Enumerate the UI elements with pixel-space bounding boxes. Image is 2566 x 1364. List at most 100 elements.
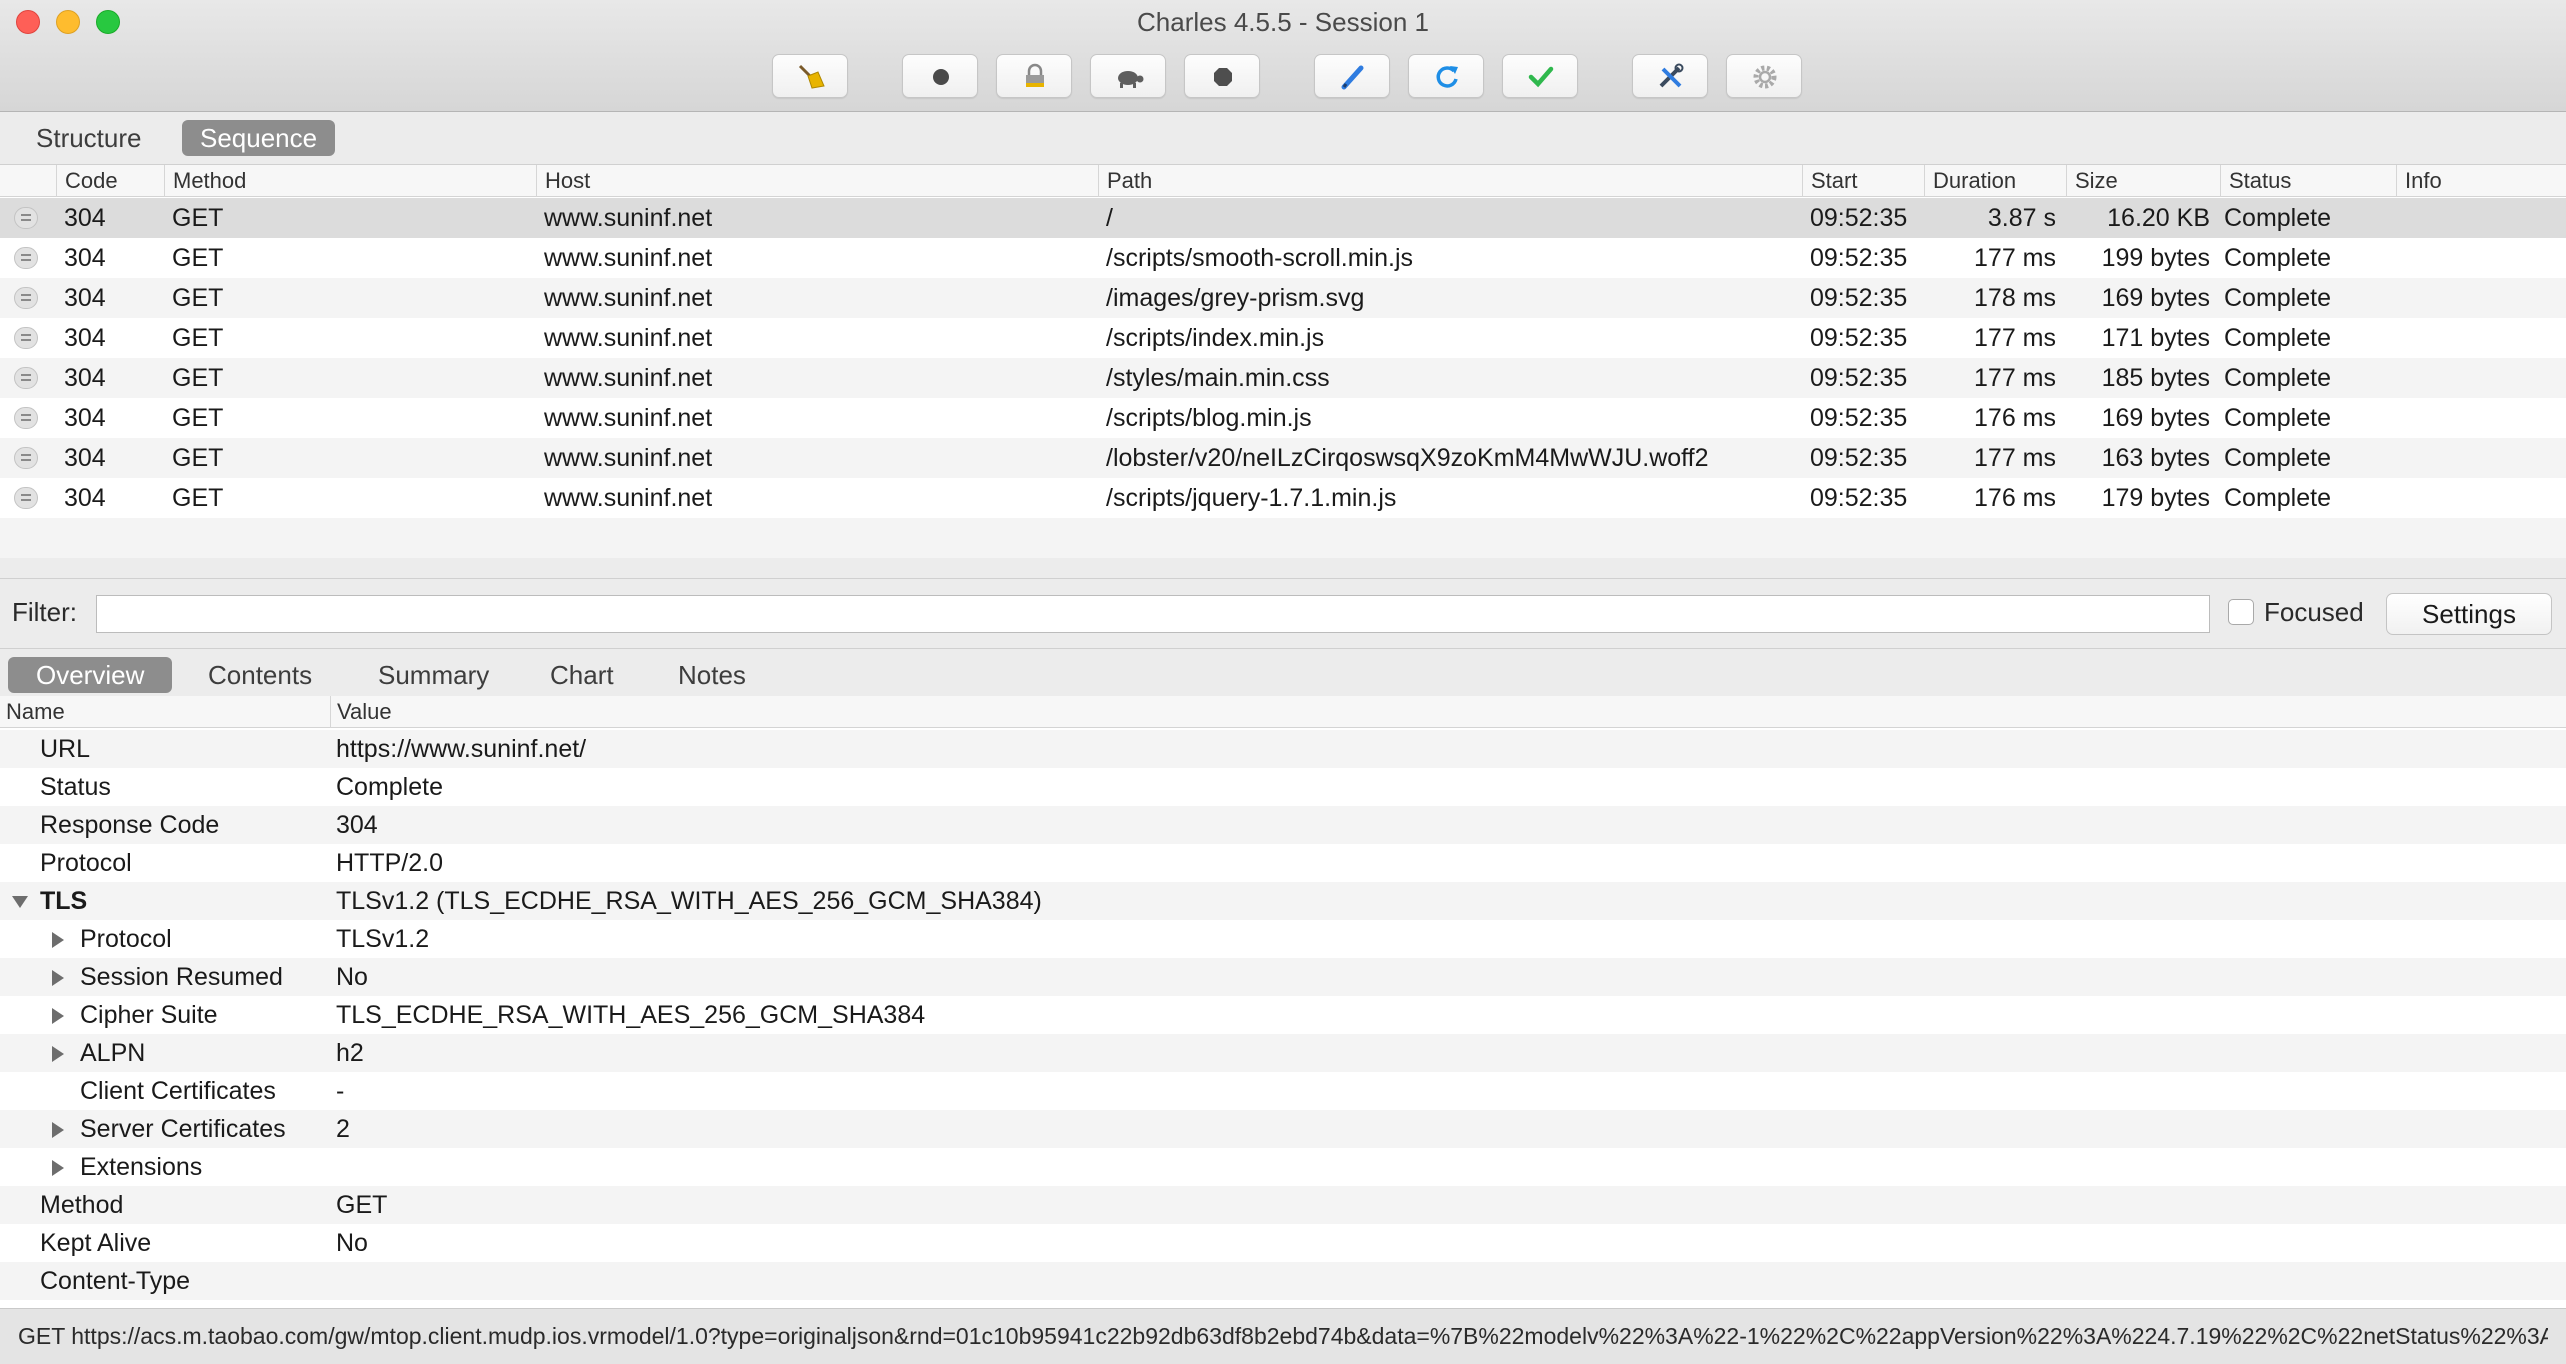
overview-row[interactable]: Extensions bbox=[0, 1148, 2566, 1186]
cell-path: /lobster/v20/neILzCirqoswsqX9zoKmM4MwWJU… bbox=[1106, 444, 1709, 472]
request-row[interactable]: 304 GET www.suninf.net /styles/main.min.… bbox=[0, 358, 2566, 398]
cell-code: 304 bbox=[64, 244, 106, 272]
column-header-value[interactable]: Value bbox=[330, 696, 2566, 728]
tab-notes[interactable]: Notes bbox=[650, 657, 774, 693]
request-row[interactable]: 304 GET www.suninf.net /scripts/smooth-s… bbox=[0, 238, 2566, 278]
disclosure-triangle-icon[interactable] bbox=[52, 1122, 64, 1138]
cell-start: 09:52:35 bbox=[1810, 444, 1908, 472]
overview-name: Client Certificates bbox=[80, 1077, 276, 1105]
filter-settings-button[interactable]: Settings bbox=[2386, 593, 2552, 635]
tab-contents[interactable]: Contents bbox=[180, 657, 340, 693]
cell-code: 304 bbox=[64, 404, 106, 432]
request-row[interactable]: 304 GET www.suninf.net /scripts/jquery-1… bbox=[0, 478, 2566, 518]
overview-row[interactable]: ALPN h2 bbox=[0, 1034, 2566, 1072]
focused-checkbox[interactable] bbox=[2228, 599, 2254, 625]
filter-input[interactable] bbox=[96, 595, 2210, 633]
cell-size: 169 bytes bbox=[2101, 284, 2210, 312]
column-header-code[interactable]: Code bbox=[56, 165, 164, 197]
repeat-button[interactable] bbox=[1408, 54, 1484, 98]
cell-code: 304 bbox=[64, 484, 106, 512]
overview-name: Status bbox=[40, 773, 111, 801]
overview-row[interactable]: Response Code 304 bbox=[0, 806, 2566, 844]
detail-tabs: Overview Contents Summary Chart Notes bbox=[0, 648, 2566, 696]
disclosure-triangle-icon[interactable] bbox=[52, 932, 64, 948]
overview-row[interactable]: Method GET bbox=[0, 1186, 2566, 1224]
column-header-path[interactable]: Path bbox=[1098, 165, 1802, 197]
compose-button[interactable] bbox=[1314, 54, 1390, 98]
request-row[interactable]: 304 GET www.suninf.net /scripts/index.mi… bbox=[0, 318, 2566, 358]
disclosure-triangle-icon[interactable] bbox=[52, 1160, 64, 1176]
column-header-size[interactable]: Size bbox=[2066, 165, 2220, 197]
overview-row[interactable]: Protocol TLSv1.2 bbox=[0, 920, 2566, 958]
record-button[interactable] bbox=[902, 54, 978, 98]
breakpoint-stop-icon bbox=[1214, 68, 1232, 86]
overview-row[interactable]: URL https://www.suninf.net/ bbox=[0, 730, 2566, 768]
throttle-button[interactable] bbox=[1090, 54, 1166, 98]
cell-host: www.suninf.net bbox=[544, 404, 713, 432]
request-row[interactable]: 304 GET www.suninf.net /scripts/blog.min… bbox=[0, 398, 2566, 438]
column-header-start[interactable]: Start bbox=[1802, 165, 1924, 197]
request-status-icon bbox=[14, 247, 38, 269]
tab-structure[interactable]: Structure bbox=[18, 120, 160, 156]
overview-value: https://www.suninf.net/ bbox=[336, 735, 587, 763]
column-header-status[interactable]: Status bbox=[2220, 165, 2396, 197]
column-header-duration[interactable]: Duration bbox=[1924, 165, 2066, 197]
request-row[interactable]: 304 GET www.suninf.net / 09:52:35 3.87 s… bbox=[0, 198, 2566, 238]
cell-size: 171 bytes bbox=[2101, 324, 2210, 352]
request-row[interactable]: 304 GET www.suninf.net /lobster/v20/neIL… bbox=[0, 438, 2566, 478]
breakpoints-button[interactable] bbox=[1184, 54, 1260, 98]
overview-row[interactable]: Session Resumed No bbox=[0, 958, 2566, 996]
tab-chart[interactable]: Chart bbox=[522, 657, 642, 693]
clear-session-button[interactable] bbox=[772, 54, 848, 98]
overview-row[interactable]: Protocol HTTP/2.0 bbox=[0, 844, 2566, 882]
overview-row[interactable]: Cipher Suite TLS_ECDHE_RSA_WITH_AES_256_… bbox=[0, 996, 2566, 1034]
focused-label[interactable]: Focused bbox=[2264, 597, 2364, 628]
disclosure-triangle-icon[interactable] bbox=[52, 970, 64, 986]
cell-method: GET bbox=[172, 444, 224, 472]
overview-name: Response Code bbox=[40, 811, 220, 839]
validate-button[interactable] bbox=[1502, 54, 1578, 98]
column-header-info[interactable]: Info bbox=[2396, 165, 2566, 197]
tab-overview[interactable]: Overview bbox=[8, 657, 173, 693]
overview-row[interactable]: Server Certificates 2 bbox=[0, 1110, 2566, 1148]
overview-row[interactable]: Status Complete bbox=[0, 768, 2566, 806]
column-icon-header[interactable] bbox=[0, 165, 56, 197]
window-title: Charles 4.5.5 - Session 1 bbox=[1137, 7, 1429, 37]
request-status-icon bbox=[14, 407, 38, 429]
column-header-host[interactable]: Host bbox=[536, 165, 1098, 197]
cell-size: 185 bytes bbox=[2101, 364, 2210, 392]
settings-button[interactable] bbox=[1726, 54, 1802, 98]
filter-bar: Filter: Focused Settings bbox=[0, 578, 2566, 648]
cell-start: 09:52:35 bbox=[1810, 484, 1908, 512]
overview-row[interactable]: Client Certificates - bbox=[0, 1072, 2566, 1110]
request-row[interactable]: 304 GET www.suninf.net /images/grey-pris… bbox=[0, 278, 2566, 318]
disclosure-triangle-icon[interactable] bbox=[52, 1008, 64, 1024]
cell-host: www.suninf.net bbox=[544, 364, 713, 392]
overview-row[interactable]: Kept Alive No bbox=[0, 1224, 2566, 1262]
overview-value: No bbox=[336, 963, 368, 991]
request-table-header: Code Method Host Path Start Duration Siz… bbox=[0, 165, 2566, 197]
cell-duration: 178 ms bbox=[1974, 284, 2056, 312]
cell-duration: 3.87 s bbox=[1987, 204, 2056, 232]
tools-button[interactable] bbox=[1632, 54, 1708, 98]
ssl-lock-icon bbox=[1026, 63, 1044, 87]
overview-name: Protocol bbox=[80, 925, 172, 953]
cell-duration: 176 ms bbox=[1974, 404, 2056, 432]
cell-path: /scripts/blog.min.js bbox=[1106, 404, 1312, 432]
column-header-name[interactable]: Name bbox=[0, 696, 330, 728]
status-bar-text: GET https://acs.m.taobao.com/gw/mtop.cli… bbox=[18, 1323, 2548, 1349]
ssl-proxying-button[interactable] bbox=[996, 54, 1072, 98]
overview-name: Content-Type bbox=[40, 1267, 191, 1295]
disclosure-triangle-icon[interactable] bbox=[52, 1046, 64, 1062]
overview-row-tls[interactable]: TLS TLSv1.2 (TLS_ECDHE_RSA_WITH_AES_256_… bbox=[0, 882, 2566, 920]
column-header-method[interactable]: Method bbox=[164, 165, 536, 197]
cell-start: 09:52:35 bbox=[1810, 324, 1908, 352]
cell-code: 304 bbox=[64, 284, 106, 312]
overview-row[interactable]: Content-Type bbox=[0, 1262, 2566, 1300]
tab-summary[interactable]: Summary bbox=[350, 657, 517, 693]
overview-name: Session Resumed bbox=[80, 963, 283, 991]
overview-value: TLSv1.2 (TLS_ECDHE_RSA_WITH_AES_256_GCM_… bbox=[336, 887, 1042, 915]
tab-sequence[interactable]: Sequence bbox=[182, 120, 336, 156]
cell-host: www.suninf.net bbox=[544, 244, 713, 272]
disclosure-triangle-expanded-icon[interactable] bbox=[12, 896, 28, 908]
